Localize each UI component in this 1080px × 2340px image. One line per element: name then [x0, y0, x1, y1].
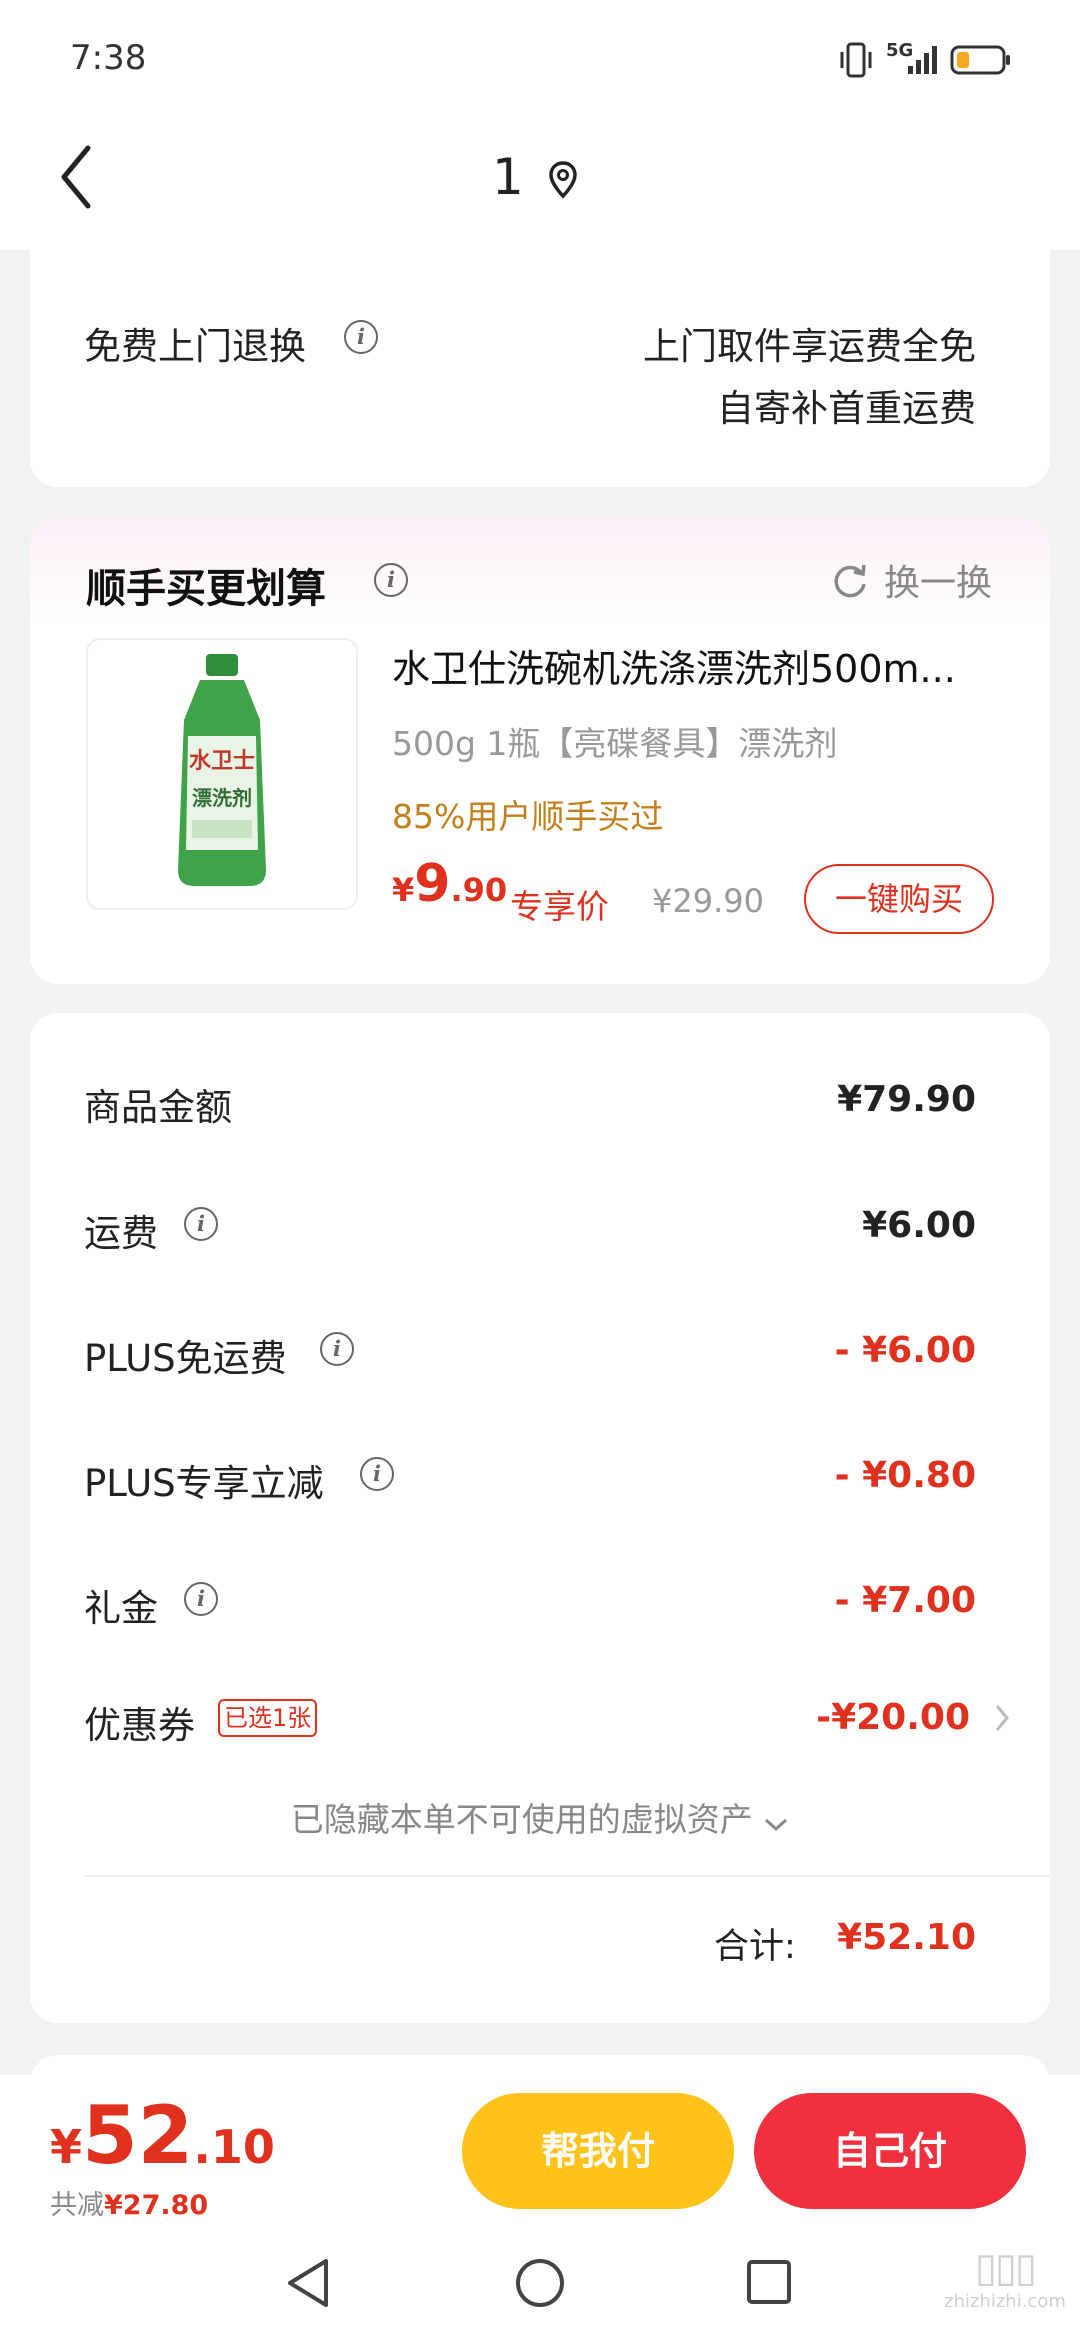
original-price: ¥29.90: [652, 882, 764, 920]
status-bar: 7:38 5G: [0, 0, 1080, 120]
coupon-row[interactable]: 优惠券 已选1张 -¥20.00: [30, 1673, 1050, 1773]
return-policy-line1: 上门取件享运费全免: [643, 325, 976, 368]
info-icon[interactable]: i: [184, 1207, 218, 1241]
return-policy-label: 免费上门退换: [84, 325, 306, 368]
recommend-title: 顺手买更划算: [86, 566, 326, 612]
coupon-label: 优惠券: [84, 1704, 195, 1747]
coupon-selected-badge: 已选1张: [218, 1699, 318, 1737]
final-price-currency: ¥: [50, 2120, 83, 2174]
battery-icon: [950, 44, 1012, 80]
product-name[interactable]: 水卫仕洗碗机洗涤漂洗剂500m...: [392, 638, 1032, 693]
nav-recents-icon[interactable]: [746, 2259, 792, 2309]
chevron-down-icon: [763, 1802, 789, 1841]
self-pay-label: 自己付: [832, 2129, 947, 2173]
summary-row-label: 商品金额: [84, 1086, 232, 1129]
help-pay-label: 帮我付: [540, 2129, 655, 2173]
back-button[interactable]: [58, 142, 108, 212]
recommendation-card: 顺手买更划算 i 换一换 水卫士 漂洗剂 水卫仕洗碗机洗涤漂洗剂500m... …: [30, 518, 1050, 984]
product-spec: 500g 1瓶【亮碟餐具】漂洗剂: [392, 724, 838, 763]
signal-icon: [906, 44, 942, 80]
info-icon[interactable]: i: [360, 1457, 394, 1491]
summary-row-label: PLUS专享立减: [84, 1462, 324, 1505]
summary-row-label: PLUS免运费: [84, 1337, 287, 1380]
price-tag: 专享价: [510, 887, 609, 926]
product-social-proof: 85%用户顺手买过: [392, 797, 664, 836]
saved-label: 共减: [50, 2190, 104, 2221]
location-pin-icon[interactable]: [548, 160, 578, 200]
one-click-buy-label: 一键购买: [834, 880, 963, 918]
summary-row-value: ¥79.90: [837, 1079, 976, 1120]
pay-bar: ¥52.10 共减¥27.80 帮我付 自己付: [0, 2075, 1080, 2225]
price-currency: ¥: [392, 871, 415, 909]
refresh-label: 换一换: [884, 563, 993, 604]
one-click-buy-button[interactable]: 一键购买: [804, 864, 994, 934]
final-price-integer: 52: [82, 2089, 194, 2182]
summary-row-label: 运费: [84, 1212, 158, 1255]
summary-row-value: - ¥0.80: [834, 1455, 976, 1496]
watermark-text: zhizhizhi.com: [944, 2291, 1066, 2312]
refresh-button[interactable]: 换一换: [830, 552, 1030, 608]
final-price: ¥52.10: [50, 2089, 275, 2182]
final-price-decimal: .10: [193, 2120, 275, 2174]
svg-text:水卫士: 水卫士: [189, 749, 255, 774]
saved-value: ¥27.80: [104, 2190, 209, 2221]
self-pay-button[interactable]: 自己付: [754, 2093, 1026, 2209]
chevron-right-icon: [994, 1703, 1010, 1737]
return-policy-card: 免费上门退换 i 上门取件享运费全免 自寄补首重运费: [30, 230, 1050, 487]
nav-back-icon[interactable]: [284, 2257, 332, 2313]
summary-row-value: - ¥7.00: [834, 1580, 976, 1621]
page-title: 1: [492, 148, 524, 206]
system-navigation-bar: ▯▯▯ zhizhizhi.com: [0, 2225, 1080, 2340]
status-time: 7:38: [70, 38, 147, 78]
total-label: 合计:: [714, 1927, 796, 1967]
info-icon[interactable]: i: [320, 1332, 354, 1366]
summary-row-value: - ¥6.00: [834, 1330, 976, 1371]
info-icon[interactable]: i: [374, 563, 408, 597]
summary-row-label: 礼金: [84, 1587, 158, 1630]
product-image[interactable]: 水卫士 漂洗剂: [86, 638, 358, 910]
info-icon[interactable]: i: [184, 1582, 218, 1616]
order-summary-card: 商品金额 ¥79.90 运费 i ¥6.00 PLUS免运费 i - ¥6.00…: [30, 1013, 1050, 2023]
product-price: ¥9.90: [392, 854, 507, 914]
hidden-assets-label: 已隐藏本单不可使用的虚拟资产: [290, 1800, 753, 1839]
price-decimal: .90: [450, 871, 508, 909]
coupon-value: -¥20.00: [816, 1697, 970, 1738]
hidden-assets-toggle[interactable]: 已隐藏本单不可使用的虚拟资产: [30, 1793, 1050, 1841]
svg-text:漂洗剂: 漂洗剂: [192, 786, 252, 810]
help-pay-button[interactable]: 帮我付: [462, 2093, 734, 2209]
nav-home-icon[interactable]: [514, 2257, 566, 2313]
summary-divider: [84, 1875, 1050, 1877]
watermark: ▯▯▯ zhizhizhi.com: [930, 2245, 1080, 2312]
refresh-icon: [830, 560, 870, 604]
info-icon[interactable]: i: [344, 320, 378, 354]
total-saved: 共减¥27.80: [50, 2183, 208, 2222]
total-value: ¥52.10: [837, 1917, 976, 1958]
watermark-logo-icon: ▯▯▯: [974, 2245, 1037, 2291]
return-policy-line2: 自寄补首重运费: [717, 387, 976, 430]
summary-row-value: ¥6.00: [862, 1205, 976, 1246]
vibrate-icon: [838, 40, 874, 84]
price-integer: 9: [414, 854, 451, 914]
